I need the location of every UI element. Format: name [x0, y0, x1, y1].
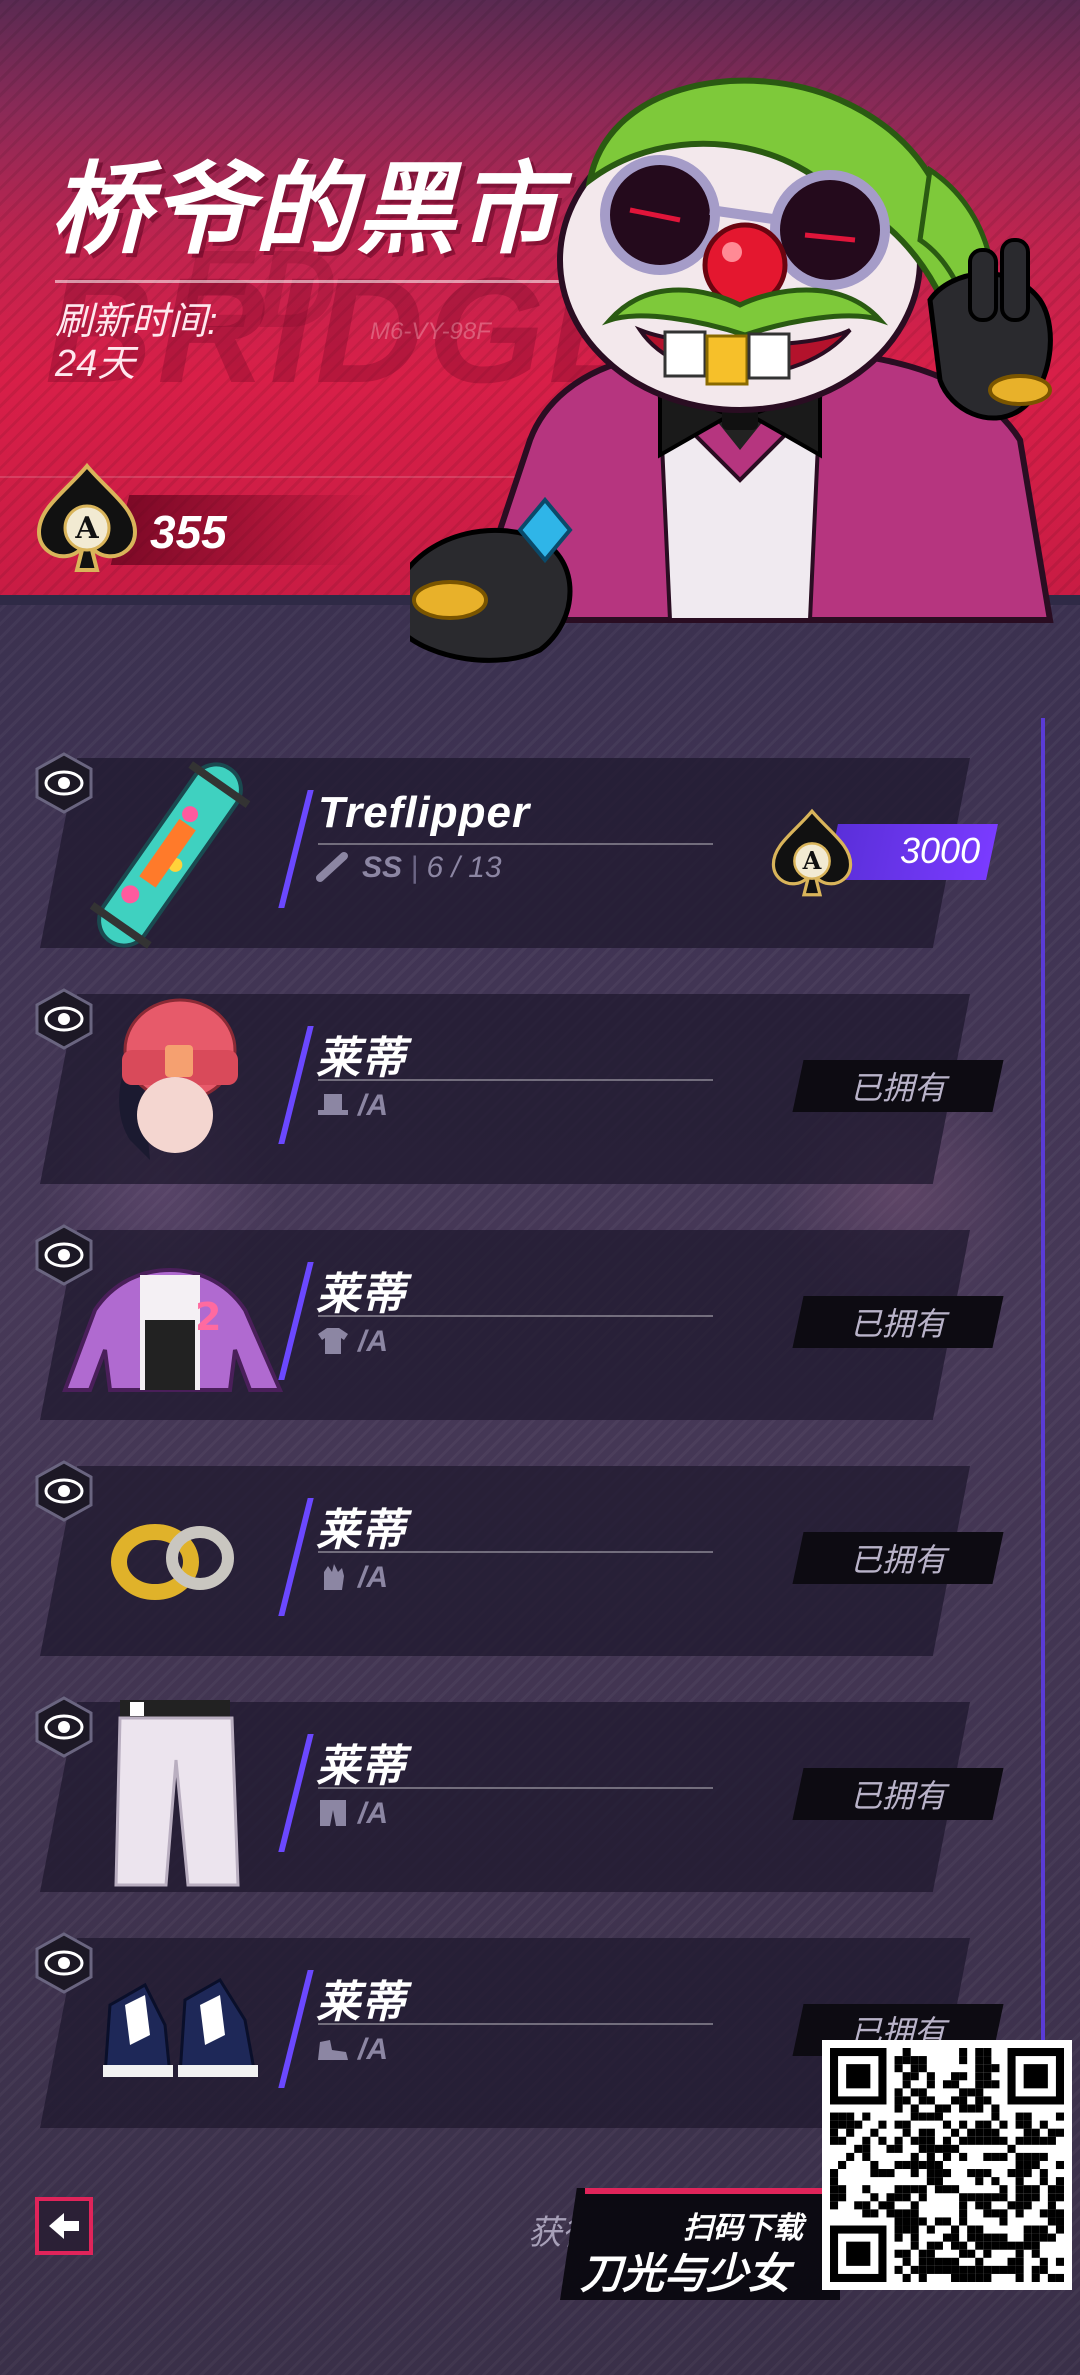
item-name: 莱蒂 [316, 1978, 406, 2027]
glove-icon [324, 1564, 344, 1590]
skateboard-icon [316, 852, 348, 882]
qr-code-pattern [830, 2048, 1064, 2282]
download-banner-stripe [585, 2188, 840, 2194]
hat-icon [318, 1094, 348, 1115]
name-divider [318, 2023, 713, 2025]
item-price: 3000 [900, 830, 981, 871]
ace-of-spades-icon: A [771, 808, 853, 897]
shirt-icon [318, 1328, 348, 1354]
item-rank: /A [358, 1561, 389, 1594]
name-divider [318, 1315, 713, 1317]
owned-badge: 已拥有 [792, 1532, 1004, 1584]
price-tag[interactable]: A 3000 [770, 808, 1010, 908]
beanie-hat-image [119, 998, 238, 1160]
item-rank: /A [358, 1325, 389, 1358]
back-arrow-icon [49, 2213, 79, 2239]
varsity-jacket-image: 2 [62, 1267, 284, 1392]
owned-badge: 已拥有 [792, 1296, 1004, 1348]
item-rank: SS [362, 851, 403, 884]
item-rank-progress: SS | 6 / 13 [362, 851, 502, 884]
sneakers-image [103, 1977, 258, 2077]
name-divider [318, 1787, 713, 1789]
item-name: 莱蒂 [316, 1742, 406, 1791]
item-name: 莱蒂 [316, 1506, 406, 1555]
shoe-icon [318, 2040, 348, 2060]
bridge-boss-mascot [410, 77, 1054, 663]
item-rank: /A [358, 1797, 389, 1830]
preview-eye-icon[interactable] [33, 1460, 95, 1522]
list-scrollbar[interactable] [1041, 718, 1045, 2048]
item-progress: 6 / 13 [426, 851, 502, 884]
item-rank: /A [358, 1089, 389, 1122]
owned-badge: 已拥有 [792, 1060, 1004, 1112]
name-divider [318, 843, 713, 845]
preview-eye-icon[interactable] [33, 1696, 95, 1758]
refresh-time-value: 24天 [55, 343, 136, 385]
name-divider [318, 1551, 713, 1553]
item-name: 莱蒂 [316, 1270, 406, 1319]
item-rank: /A [358, 2033, 389, 2066]
download-qr-code[interactable] [822, 2040, 1072, 2290]
preview-eye-icon[interactable] [33, 1932, 95, 1994]
svg-text:A: A [74, 511, 99, 546]
item-name: 莱蒂 [316, 1034, 406, 1083]
name-divider [318, 1079, 713, 1081]
item-name: Treflipper [318, 788, 531, 837]
owned-badge: 已拥有 [792, 1768, 1004, 1820]
game-name-label: 刀光与少女 [580, 2250, 791, 2297]
pants-icon [320, 1800, 346, 1826]
skateboard-image [89, 761, 251, 949]
white-pants-image [114, 1700, 240, 1887]
svg-text:A: A [802, 846, 822, 875]
svg-text:2: 2 [195, 1295, 221, 1339]
back-button[interactable] [35, 2197, 93, 2255]
preview-eye-icon[interactable] [33, 988, 95, 1050]
currency-amount: 355 [150, 506, 227, 558]
rings-image [111, 1524, 234, 1600]
ace-of-spades-icon: A [36, 462, 138, 572]
